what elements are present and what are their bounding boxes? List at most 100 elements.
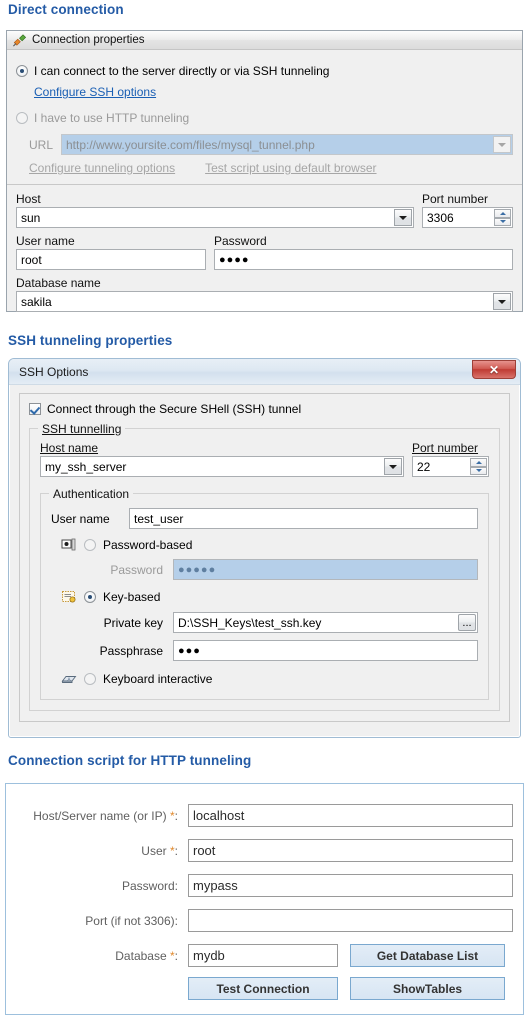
ssh-username-input[interactable]: test_user [129,508,478,529]
link-configure-ssh-options[interactable]: Configure SSH options [34,85,156,99]
connection-properties-title: Connection properties [32,34,145,46]
radio-password-based-indicator[interactable] [84,539,96,551]
port-label: Port number [422,192,489,206]
port-value: 3306 [427,210,454,225]
script-row-port: Port (if not 3306): [6,909,515,932]
ssh-host-dropdown-button[interactable] [384,458,402,475]
port-spinner-buttons[interactable] [494,209,511,226]
password-token-icon [61,537,77,553]
ssh-username-label: User name [51,511,110,526]
url-value: http://www.yoursite.com/files/mysql_tunn… [66,137,315,152]
script-input-database[interactable]: mydb [188,944,338,967]
ssh-port-value: 22 [417,459,431,474]
required-marker: * [166,808,175,823]
browse-file-button[interactable]: ... [458,614,476,631]
ssh-host-combo[interactable]: my_ssh_server [40,456,404,477]
database-combo-dropdown-button[interactable] [493,293,511,310]
get-database-list-button[interactable]: Get Database List [350,944,505,967]
password-label: Password [214,234,267,248]
ssh-dialog-titlebar: SSH Options ✕ [9,359,520,385]
password-input[interactable]: ●●●● [214,249,513,270]
caret-up-icon [499,211,506,215]
passphrase-input[interactable]: ●●● [173,640,478,661]
script-label-host-text: Host/Server name (or IP) [33,808,167,823]
private-key-value: D:\SSH_Keys\test_ssh.key [178,615,322,630]
ssh-port-spinner[interactable]: 22 [412,456,489,477]
authentication-group-title: Authentication [49,487,134,501]
close-icon[interactable]: ✕ [472,360,516,379]
url-label: URL [29,137,54,152]
script-row-database: Database *: mydb Get Database List [6,944,515,967]
script-label-host: Host/Server name (or IP) *: [33,808,178,823]
port-spinner[interactable]: 3306 [422,207,513,228]
host-combo[interactable]: sun [16,207,414,228]
show-tables-button[interactable]: ShowTables [350,977,505,1000]
script-input-password[interactable]: mypass [188,874,513,897]
ssh-password-label: Password [110,562,163,577]
connection-settings-page: Direct connection Connection properties … [0,0,529,1020]
radio-password-based[interactable]: Password-based [61,537,478,553]
ssh-password-value: ●●●●● [178,563,217,576]
passphrase-value: ●●● [178,644,201,657]
host-combo-dropdown-button[interactable] [394,209,412,226]
radio-password-based-label: Password-based [103,538,193,552]
private-key-input[interactable]: D:\SSH_Keys\test_ssh.key ... [173,612,478,633]
link-test-script-browser[interactable]: Test script using default browser [205,161,376,175]
chevron-down-icon [498,299,506,304]
spinner-up-button[interactable] [494,209,511,218]
test-connection-button[interactable]: Test Connection [188,977,338,1000]
spinner-down-button[interactable] [494,217,511,226]
checkbox-connect-through-ssh[interactable]: Connect through the Secure SHell (SSH) t… [29,402,500,416]
radio-http-tunneling[interactable]: I have to use HTTP tunneling [16,111,513,125]
database-combo[interactable]: sakila [16,291,513,312]
username-label: User name [16,234,75,248]
radio-direct-connection[interactable]: I can connect to the server directly or … [16,64,513,78]
caret-down-icon [475,469,482,473]
database-value: sakila [21,294,52,309]
connection-properties-body: I can connect to the server directly or … [7,50,522,318]
ssh-port-spinner-buttons[interactable] [470,458,487,475]
radio-direct-indicator[interactable] [16,65,28,77]
script-label-user: User *: [141,843,178,858]
ssh-tunnelling-group-title: SSH tunnelling [38,422,126,436]
ssh-dialog-footer: OK Cancel Help [9,730,520,737]
url-combo-dropdown-button[interactable] [493,136,511,153]
page-title-direct-connection: Direct connection [8,2,124,17]
database-label: Database name [16,276,101,290]
ssh-username-value: test_user [134,511,184,526]
ssh-host-label: Host name [40,441,99,455]
link-configure-tunneling-options[interactable]: Configure tunneling options [29,161,175,175]
radio-keyboard-interactive[interactable]: A Keyboard interactive [61,671,478,687]
host-label: Host [16,192,41,206]
certificate-key-icon [61,589,77,605]
radio-keyboard-interactive-indicator[interactable] [84,673,96,685]
script-row-host: Host/Server name (or IP) *: localhost [6,804,515,827]
script-input-host[interactable]: localhost [188,804,513,827]
panel-divider [7,184,522,185]
spinner-down-button[interactable] [470,466,487,475]
checkbox-indicator[interactable] [29,403,41,415]
script-label-port: Port (if not 3306): [85,913,178,928]
script-input-port[interactable] [188,909,513,932]
script-label-password: Password: [121,878,178,893]
script-label-password-text: Password [121,878,175,893]
radio-direct-label: I can connect to the server directly or … [34,64,330,78]
ssh-options-dialog: SSH Options ✕ Connect through the Secure… [8,358,521,738]
username-input[interactable]: root [16,249,206,270]
ssh-password-input[interactable]: ●●●●● [173,559,478,580]
radio-key-based-indicator[interactable] [84,591,96,603]
script-label-port-text: Port (if not 3306) [85,913,175,928]
spinner-up-button[interactable] [470,458,487,467]
http-script-panel: Host/Server name (or IP) *: localhost Us… [5,783,524,1015]
script-input-user[interactable]: root [188,839,513,862]
svg-text:A: A [68,676,71,681]
radio-http-indicator[interactable] [16,112,28,124]
script-value-password: mypass [193,878,238,893]
username-value: root [21,252,42,267]
radio-key-based[interactable]: Key-based [61,589,478,605]
url-combo[interactable]: http://www.yoursite.com/files/mysql_tunn… [61,134,513,155]
script-row-password: Password: mypass [6,874,515,897]
authentication-group: Authentication User name test_user Passw… [40,487,489,700]
script-value-user: root [193,843,216,858]
private-key-label: Private key [103,615,163,630]
